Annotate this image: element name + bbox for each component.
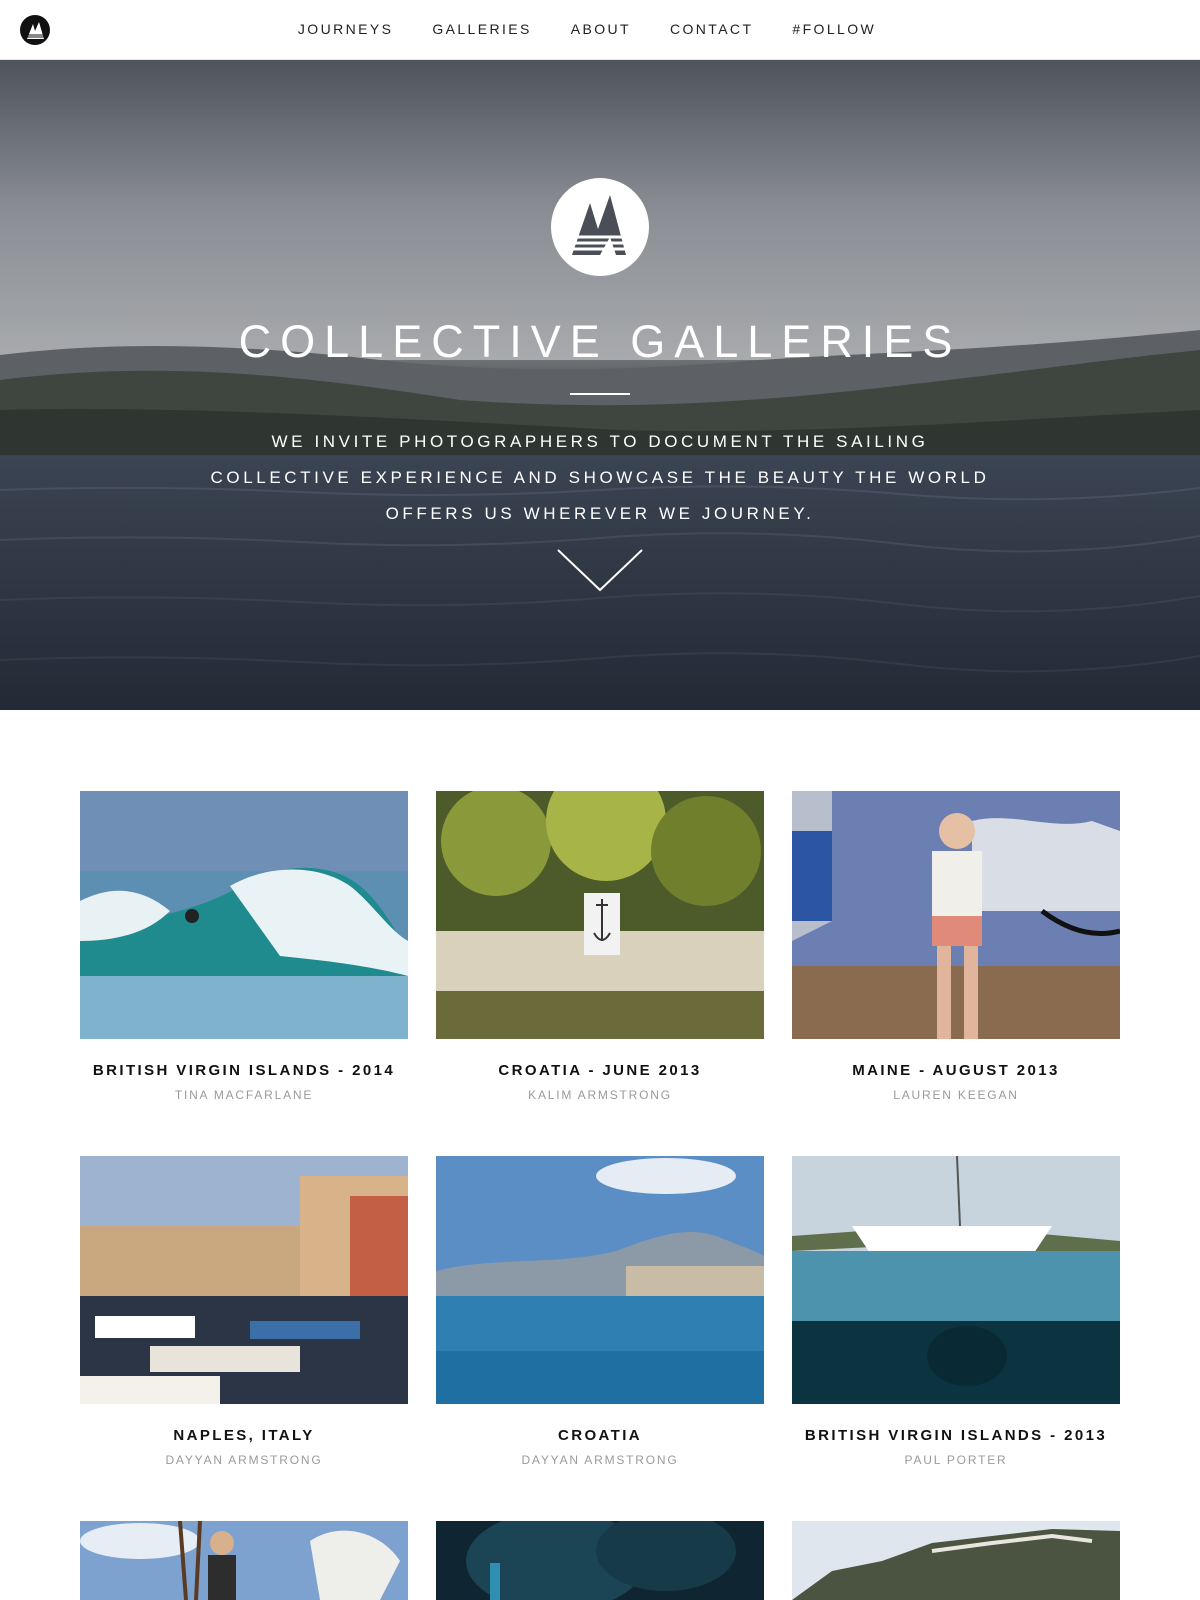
- gallery-card[interactable]: MAINE - AUGUST 2013 LAUREN KEEGAN: [792, 791, 1120, 1102]
- hero-banner: COLLECTIVE GALLERIES WE INVITE PHOTOGRAP…: [0, 60, 1200, 710]
- gallery-thumbnail[interactable]: [80, 1156, 408, 1404]
- gallery-card[interactable]: BRITISH VIRGIN ISLANDS - 2014 TINA MACFA…: [80, 791, 408, 1102]
- gallery-author: DAYYAN ARMSTRONG: [165, 1453, 323, 1467]
- gallery-author: DAYYAN ARMSTRONG: [521, 1453, 679, 1467]
- main-menu: JOURNEYS GALLERIES ABOUT CONTACT #FOLLOW: [0, 0, 1187, 58]
- nav-about[interactable]: ABOUT: [571, 21, 631, 37]
- gallery-card[interactable]: CROATIA - JUNE 2013 KALIM ARMSTRONG: [436, 791, 764, 1102]
- hero-description: WE INVITE PHOTOGRAPHERS TO DOCUMENT THE …: [210, 432, 990, 523]
- gallery-author: TINA MACFARLANE: [174, 1088, 314, 1102]
- nav-galleries[interactable]: GALLERIES: [432, 21, 531, 37]
- nav-journeys[interactable]: JOURNEYS: [298, 21, 393, 37]
- top-navigation: JOURNEYS GALLERIES ABOUT CONTACT #FOLLOW: [0, 0, 1200, 60]
- gallery-thumbnail[interactable]: [792, 791, 1120, 1039]
- gallery-title[interactable]: BRITISH VIRGIN ISLANDS - 2013: [792, 1427, 1120, 1444]
- gallery-thumbnail[interactable]: [80, 791, 408, 1039]
- gallery-title[interactable]: CROATIA: [436, 1427, 764, 1444]
- chevron-down-icon[interactable]: [556, 546, 644, 594]
- gallery-title[interactable]: NAPLES, ITALY: [80, 1427, 408, 1444]
- gallery-thumbnail[interactable]: [436, 1521, 764, 1600]
- gallery-thumbnail[interactable]: [792, 1521, 1120, 1600]
- gallery-card[interactable]: [436, 1521, 764, 1600]
- nav-follow[interactable]: #FOLLOW: [792, 21, 876, 37]
- hero-background-image: [0, 60, 1200, 710]
- gallery-card[interactable]: BRITISH VIRGIN ISLANDS - 2013 PAUL PORTE…: [792, 1156, 1120, 1467]
- gallery-thumbnail[interactable]: [436, 791, 764, 1039]
- gallery-author: LAUREN KEEGAN: [893, 1088, 1019, 1102]
- page-title: COLLECTIVE GALLERIES: [238, 316, 962, 367]
- nav-contact[interactable]: CONTACT: [670, 21, 753, 37]
- gallery-thumbnail[interactable]: [436, 1156, 764, 1404]
- gallery-title[interactable]: BRITISH VIRGIN ISLANDS - 2014: [80, 1062, 408, 1079]
- gallery-card[interactable]: [80, 1521, 408, 1600]
- gallery-card[interactable]: CROATIA DAYYAN ARMSTRONG: [436, 1156, 764, 1467]
- gallery-author: PAUL PORTER: [904, 1453, 1008, 1467]
- gallery-thumbnail[interactable]: [80, 1521, 408, 1600]
- gallery-card[interactable]: [792, 1521, 1120, 1600]
- gallery-card[interactable]: NAPLES, ITALY DAYYAN ARMSTRONG: [80, 1156, 408, 1467]
- gallery-title[interactable]: MAINE - AUGUST 2013: [792, 1062, 1120, 1079]
- title-divider: [570, 393, 630, 395]
- gallery-title[interactable]: CROATIA - JUNE 2013: [436, 1062, 764, 1079]
- sail-logo-icon: [551, 178, 649, 276]
- gallery-thumbnail[interactable]: [792, 1156, 1120, 1404]
- gallery-author: KALIM ARMSTRONG: [528, 1088, 672, 1102]
